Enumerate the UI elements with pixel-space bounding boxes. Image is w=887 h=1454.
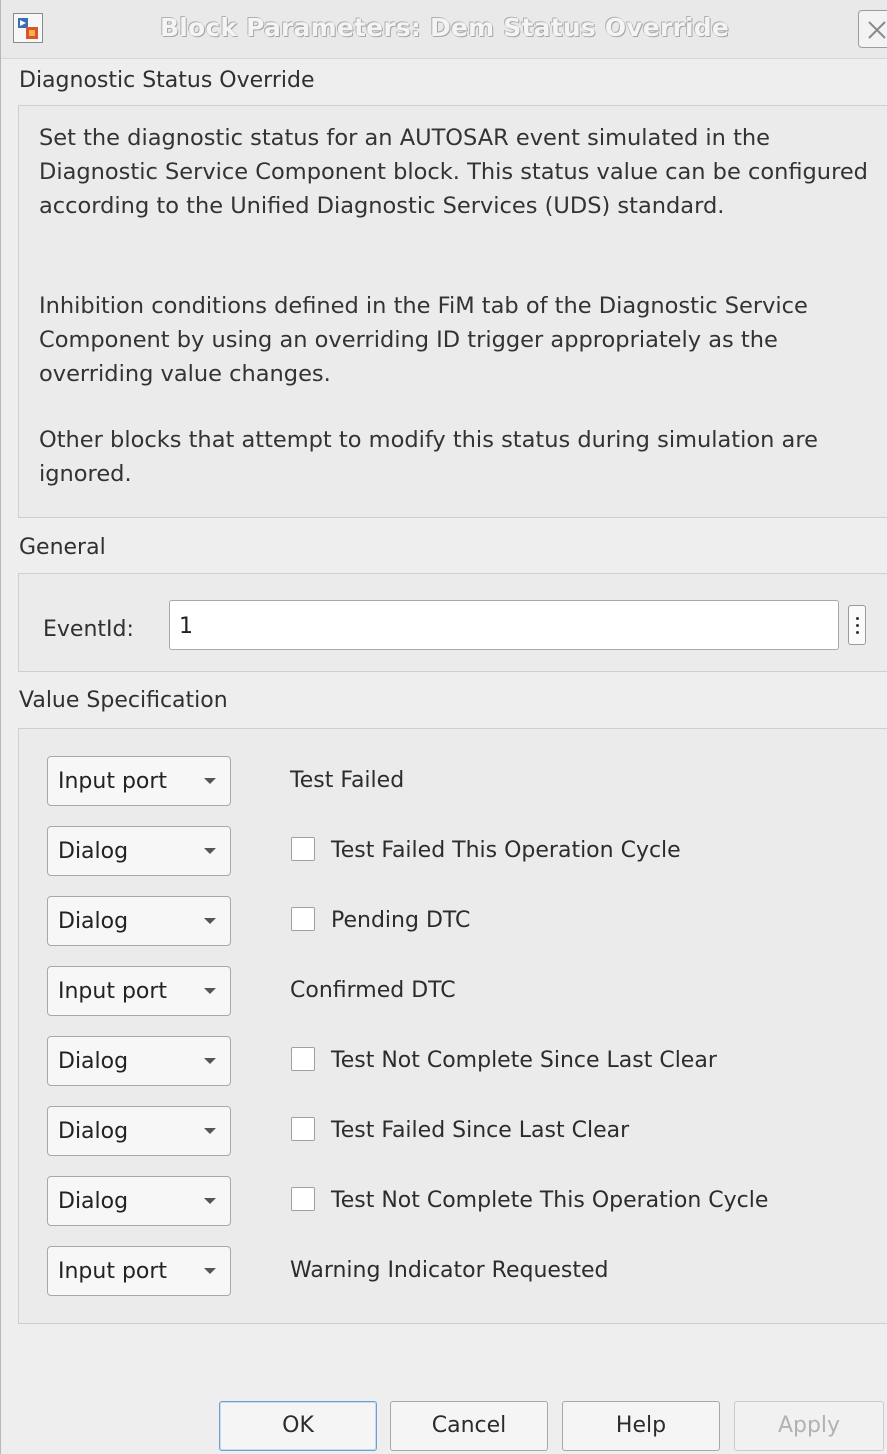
value-spec-section-label: Value Specification bbox=[19, 688, 228, 713]
status-checkbox[interactable] bbox=[291, 1187, 315, 1211]
event-id-input[interactable]: 1 bbox=[169, 600, 839, 650]
row-label: Pending DTC bbox=[331, 908, 471, 933]
row-label: Test Not Complete This Operation Cycle bbox=[331, 1188, 769, 1213]
row-label: Test Failed This Operation Cycle bbox=[331, 838, 681, 863]
value-row-test-failed-since-last-clear: Dialog Test Failed Since Last Clear bbox=[47, 1106, 887, 1156]
close-button[interactable] bbox=[858, 10, 887, 48]
description-paragraph-2: Inhibition conditions defined in the FiM… bbox=[39, 293, 808, 387]
row-label: Confirmed DTC bbox=[290, 978, 456, 1003]
chevron-down-icon bbox=[204, 1128, 216, 1134]
chevron-down-icon bbox=[204, 918, 216, 924]
value-row-test-failed-this-operation-cycle: Dialog Test Failed This Operation Cycle bbox=[47, 826, 887, 876]
close-icon bbox=[868, 21, 886, 39]
source-dropdown[interactable]: Input port bbox=[47, 1246, 231, 1296]
more-dots-icon bbox=[856, 617, 859, 620]
description-panel: Set the diagnostic status for an AUTOSAR… bbox=[18, 105, 887, 518]
source-dropdown[interactable]: Dialog bbox=[47, 1106, 231, 1156]
source-dropdown[interactable]: Dialog bbox=[47, 896, 231, 946]
status-checkbox[interactable] bbox=[291, 907, 315, 931]
source-dropdown[interactable]: Input port bbox=[47, 756, 231, 806]
block-parameters-dialog: Block Parameters: Dem Status Override Di… bbox=[0, 0, 887, 1454]
chevron-down-icon bbox=[204, 848, 216, 854]
value-spec-panel: Input port Test Failed Dialog Test Faile… bbox=[18, 728, 887, 1324]
description-section-label: Diagnostic Status Override bbox=[19, 68, 315, 93]
event-id-label: EventId: bbox=[43, 617, 134, 642]
row-label: Test Failed Since Last Clear bbox=[331, 1118, 630, 1143]
status-checkbox[interactable] bbox=[291, 1047, 315, 1071]
value-row-test-not-complete-this-operation-cycle: Dialog Test Not Complete This Operation … bbox=[47, 1176, 887, 1226]
value-row-test-failed: Input port Test Failed bbox=[47, 756, 887, 806]
chevron-down-icon bbox=[204, 988, 216, 994]
status-checkbox[interactable] bbox=[291, 837, 315, 861]
source-dropdown[interactable]: Input port bbox=[47, 966, 231, 1016]
event-id-more-options-button[interactable] bbox=[848, 605, 866, 645]
row-label: Warning Indicator Requested bbox=[290, 1258, 609, 1283]
general-panel: EventId: 1 bbox=[18, 573, 887, 672]
chevron-down-icon bbox=[204, 1268, 216, 1274]
chevron-down-icon bbox=[204, 1058, 216, 1064]
ok-button[interactable]: OK bbox=[219, 1401, 377, 1451]
row-label: Test Failed bbox=[290, 768, 405, 793]
source-dropdown[interactable]: Dialog bbox=[47, 1036, 231, 1086]
help-button[interactable]: Help bbox=[562, 1401, 720, 1451]
description-paragraph-1: Set the diagnostic status for an AUTOSAR… bbox=[39, 125, 868, 219]
general-section-label: General bbox=[19, 535, 106, 560]
value-row-warning-indicator-requested: Input port Warning Indicator Requested bbox=[47, 1246, 887, 1296]
cancel-button[interactable]: Cancel bbox=[390, 1401, 548, 1451]
source-dropdown[interactable]: Dialog bbox=[47, 826, 231, 876]
value-row-test-not-complete-since-last-clear: Dialog Test Not Complete Since Last Clea… bbox=[47, 1036, 887, 1086]
status-checkbox[interactable] bbox=[291, 1117, 315, 1141]
description-paragraph-3: Other blocks that attempt to modify this… bbox=[39, 427, 818, 487]
chevron-down-icon bbox=[204, 778, 216, 784]
row-label: Test Not Complete Since Last Clear bbox=[331, 1048, 717, 1073]
value-row-pending-dtc: Dialog Pending DTC bbox=[47, 896, 887, 946]
window-title: Block Parameters: Dem Status Override bbox=[159, 13, 730, 42]
title-bar[interactable]: Block Parameters: Dem Status Override bbox=[1, 0, 887, 59]
source-dropdown[interactable]: Dialog bbox=[47, 1176, 231, 1226]
chevron-down-icon bbox=[204, 1198, 216, 1204]
value-row-confirmed-dtc: Input port Confirmed DTC bbox=[47, 966, 887, 1016]
apply-button[interactable]: Apply bbox=[734, 1401, 884, 1451]
